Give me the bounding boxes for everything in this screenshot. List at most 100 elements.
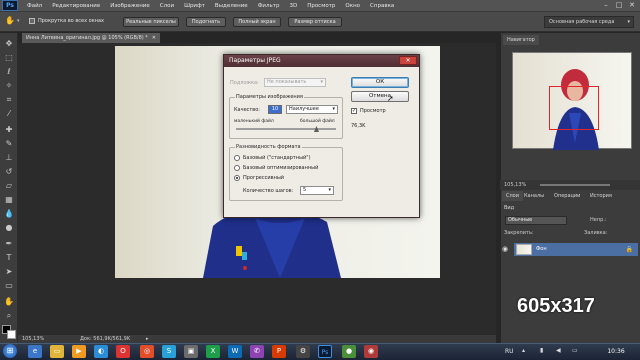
- browser-icon[interactable]: ◐: [94, 345, 108, 358]
- network-icon[interactable]: ▮: [540, 347, 543, 354]
- background-color-swatch[interactable]: [7, 330, 16, 339]
- fit-screen-button[interactable]: Подогнать: [186, 17, 226, 27]
- move-tool-icon[interactable]: ✥: [3, 39, 15, 49]
- shape-tool-icon[interactable]: ▭: [3, 281, 15, 291]
- ok-button[interactable]: ОК: [351, 77, 409, 88]
- quality-input[interactable]: 10: [268, 105, 282, 114]
- baseline-optimized-label: Базовый оптимизированный: [243, 165, 319, 171]
- workspace-select[interactable]: Основная рабочая среда ▾: [544, 16, 634, 28]
- folder-icon[interactable]: ▭: [50, 345, 64, 358]
- menu-type[interactable]: Шрифт: [179, 3, 210, 9]
- navigator-zoom-slider[interactable]: [540, 184, 610, 186]
- menu-help[interactable]: Справка: [365, 3, 399, 9]
- dialog-titlebar[interactable]: Параметры JPEG ✕: [224, 55, 419, 67]
- preview-checkbox[interactable]: ✓: [351, 108, 357, 114]
- layer-filter-row: Вид: [500, 203, 640, 213]
- eraser-tool-icon[interactable]: ▱: [3, 181, 15, 191]
- clock[interactable]: 10:36: [596, 343, 636, 360]
- eye-icon[interactable]: ◉: [502, 245, 511, 254]
- menu-select[interactable]: Выделение: [210, 3, 253, 9]
- scans-select[interactable]: 5 ▾: [300, 186, 334, 195]
- skype-icon[interactable]: S: [162, 345, 176, 358]
- tray-language[interactable]: RU: [505, 343, 514, 360]
- dialog-close-button[interactable]: ✕: [399, 56, 417, 65]
- powerpoint-icon[interactable]: P: [272, 345, 286, 358]
- viber-icon[interactable]: ✆: [250, 345, 264, 358]
- crop-tool-icon[interactable]: ⌗: [3, 95, 15, 105]
- tool-preset-arrow-icon[interactable]: ▾: [17, 18, 20, 24]
- menu-filter[interactable]: Фильтр: [253, 3, 285, 9]
- path-selection-tool-icon[interactable]: ➤: [3, 267, 15, 277]
- matte-select[interactable]: Не показывать ▾: [264, 78, 326, 87]
- navigator-tab[interactable]: Навигатор: [503, 35, 539, 45]
- progressive-radio[interactable]: [234, 175, 240, 181]
- app-icon[interactable]: ▣: [184, 345, 198, 358]
- fullscreen-button[interactable]: Полный экран: [233, 17, 281, 27]
- network-app-icon[interactable]: ⚙: [296, 345, 310, 358]
- baseline-optimized-radio[interactable]: [234, 165, 240, 171]
- layer-row[interactable]: Фон 🔒: [514, 243, 638, 256]
- ie-icon[interactable]: e: [28, 345, 42, 358]
- status-bar: 105,13% Док: 561,9K/561,9K ▸: [18, 334, 496, 343]
- filter-kind-label[interactable]: Вид: [504, 205, 514, 211]
- brush-tool-icon[interactable]: ✎: [3, 139, 15, 149]
- camtasia-icon[interactable]: ●: [342, 345, 356, 358]
- tab-history[interactable]: История: [586, 191, 616, 201]
- menu-window[interactable]: Окно: [340, 3, 365, 9]
- battery-icon[interactable]: ▭: [572, 347, 578, 354]
- tab-channels[interactable]: Каналы: [520, 191, 548, 201]
- healing-brush-tool-icon[interactable]: ✚: [3, 125, 15, 135]
- clone-stamp-tool-icon[interactable]: ⊥: [3, 153, 15, 163]
- type-tool-icon[interactable]: T: [3, 253, 15, 263]
- history-brush-tool-icon[interactable]: ↺: [3, 167, 15, 177]
- marquee-tool-icon[interactable]: ⬚: [3, 53, 15, 63]
- opera-icon[interactable]: O: [116, 345, 130, 358]
- navigator-zoom-value[interactable]: 105,13%: [504, 182, 526, 188]
- pen-tool-icon[interactable]: ✒: [3, 239, 15, 249]
- print-size-button[interactable]: Размер оттиска: [288, 17, 342, 27]
- tab-actions[interactable]: Операции: [550, 191, 584, 201]
- menu-file[interactable]: Файл: [22, 3, 47, 9]
- tray-arrow-icon[interactable]: ▴: [522, 347, 525, 354]
- status-menu-arrow-icon[interactable]: ▸: [146, 335, 149, 343]
- chevron-down-icon: ▾: [328, 187, 331, 193]
- zoom-tool-icon[interactable]: ⌕: [3, 311, 15, 321]
- baseline-radio[interactable]: [234, 155, 240, 161]
- document-tab[interactable]: Инна Литвина_оригинал.jpg @ 105% (RGB/8)…: [22, 33, 160, 43]
- jpeg-options-dialog: Параметры JPEG ✕ Подложка: Не показывать…: [223, 54, 420, 218]
- blend-mode-select[interactable]: Обычные: [505, 216, 567, 225]
- navigator-view-frame[interactable]: [549, 86, 599, 130]
- gradient-tool-icon[interactable]: ▦: [3, 195, 15, 205]
- chrome-icon[interactable]: ◎: [140, 345, 154, 358]
- photoshop-taskbar-icon[interactable]: Ps: [318, 345, 332, 358]
- dodge-tool-icon[interactable]: ●: [3, 223, 15, 233]
- menu-3d[interactable]: 3D: [284, 3, 302, 9]
- menu-view[interactable]: Просмотр: [302, 3, 340, 9]
- scroll-all-checkbox[interactable]: [29, 18, 35, 24]
- hand-tool-icon[interactable]: ✋: [5, 16, 15, 25]
- quality-slider-track[interactable]: [236, 128, 336, 130]
- blur-tool-icon[interactable]: 💧: [3, 209, 15, 219]
- close-icon[interactable]: ✕: [627, 1, 637, 10]
- media-player-icon[interactable]: ▶: [72, 345, 86, 358]
- maximize-icon[interactable]: □: [614, 1, 624, 10]
- minimize-icon[interactable]: –: [601, 1, 611, 10]
- menu-image[interactable]: Изображение: [105, 3, 155, 9]
- zoom-readout[interactable]: 105,13%: [22, 335, 44, 343]
- menu-edit[interactable]: Редактирование: [47, 3, 105, 9]
- recorder-icon[interactable]: ◉: [364, 345, 378, 358]
- real-pixels-button[interactable]: Реальные пикселы: [123, 17, 179, 27]
- lasso-tool-icon[interactable]: ℓ: [3, 67, 15, 77]
- matte-value: Не показывать: [267, 79, 307, 85]
- quality-preset-select[interactable]: Наилучшее ▾: [286, 105, 338, 114]
- menu-layers[interactable]: Слои: [155, 3, 179, 9]
- cancel-button[interactable]: Отмена: [351, 91, 409, 102]
- volume-icon[interactable]: ◀: [556, 347, 561, 354]
- eyedropper-tool-icon[interactable]: ⁄: [3, 109, 15, 119]
- hand-tool-icon[interactable]: ✋: [3, 297, 15, 307]
- close-tab-icon[interactable]: ✕: [152, 33, 156, 43]
- excel-icon[interactable]: X: [206, 345, 220, 358]
- magic-wand-tool-icon[interactable]: ✧: [3, 81, 15, 91]
- start-button[interactable]: ⊞: [3, 344, 17, 358]
- word-icon[interactable]: W: [228, 345, 242, 358]
